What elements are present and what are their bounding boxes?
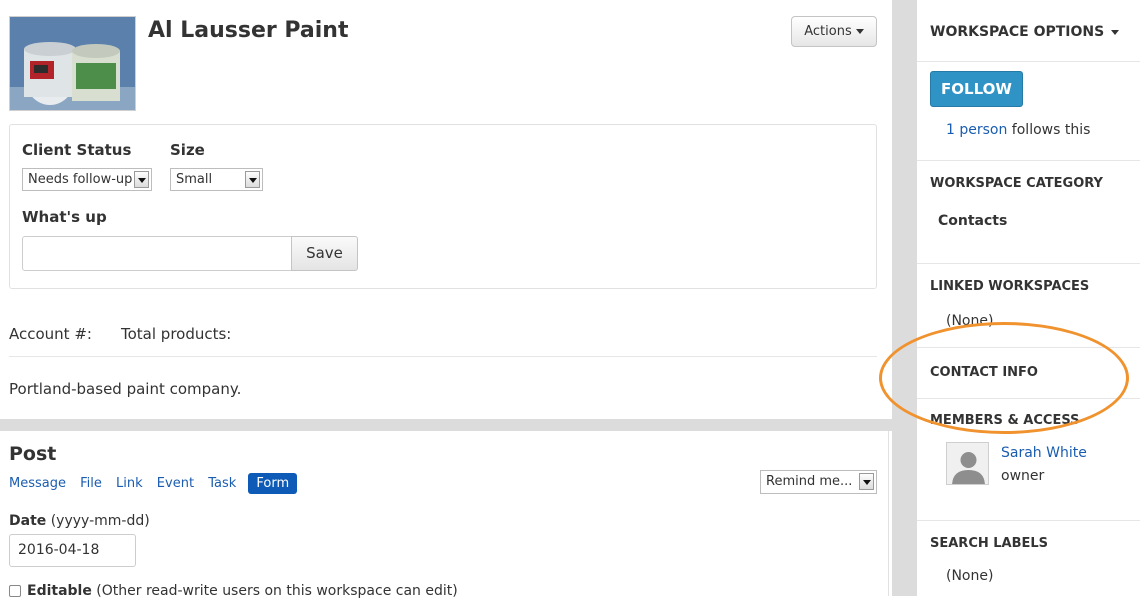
caret-down-icon [1111,29,1120,35]
tab-file[interactable]: File [80,473,102,494]
post-panel: Post Message File Link Event Task Form R… [0,431,889,599]
section-separator [0,419,892,431]
member-role: owner [1001,468,1045,484]
editable-label: Editable [27,583,92,599]
save-button[interactable]: Save [291,236,358,271]
size-label: Size [170,141,205,159]
remind-me-value: Remind me... [766,474,853,489]
size-select[interactable]: Small [170,168,263,191]
status-form-panel: Client Status Size Needs follow-up Small… [9,124,877,289]
divider [917,347,1140,348]
date-format-hint: (yyyy-mm-dd) [50,513,150,529]
actions-label: Actions [804,24,852,39]
post-title: Post [9,443,57,465]
main-content: Al Lausser Paint Actions Client Status S… [0,0,892,599]
linked-workspaces-value: (None) [946,313,994,329]
followers-info: 1 person follows this [946,122,1090,138]
followers-suffix: follows this [1007,122,1091,138]
tab-form[interactable]: Form [248,473,298,494]
editable-option[interactable]: Editable (Other read-write users on this… [9,583,458,599]
follow-button[interactable]: FOLLOW [930,71,1023,107]
member-avatar[interactable] [946,442,989,485]
client-status-label: Client Status [22,141,132,159]
divider [917,160,1140,161]
whats-up-input[interactable] [22,236,292,271]
divider [917,263,1140,264]
tab-message[interactable]: Message [9,473,66,494]
account-number-label: Account #: [9,325,92,343]
member-name-link[interactable]: Sarah White [1001,445,1087,461]
whats-up-label: What's up [22,208,107,226]
editable-note: (Other read-write users on this workspac… [96,583,458,599]
workspace-sidebar: WORKSPACE OPTIONS FOLLOW 1 person follow… [917,0,1140,596]
select-arrow-icon [245,171,260,188]
date-input[interactable]: 2016-04-18 [9,534,136,567]
workspace-category-heading: WORKSPACE CATEGORY [930,176,1103,191]
actions-dropdown-button[interactable]: Actions [791,16,877,47]
contact-info-heading[interactable]: CONTACT INFO [930,365,1038,380]
select-arrow-icon [134,171,149,188]
account-row: Account #: Total products: [9,325,231,343]
divider [917,520,1140,521]
search-labels-value: (None) [946,568,994,584]
tab-task[interactable]: Task [208,473,236,494]
linked-workspaces-heading: LINKED WORKSPACES [930,279,1090,294]
workspace-title: Al Lausser Paint [148,18,349,43]
caret-down-icon [855,29,864,34]
editable-checkbox[interactable] [9,585,21,597]
search-labels-heading: SEARCH LABELS [930,536,1049,551]
date-label: Date (yyyy-mm-dd) [9,513,150,529]
client-status-value: Needs follow-up [28,172,133,187]
select-arrow-icon [859,473,874,490]
workspace-category-value: Contacts [938,213,1008,229]
tab-event[interactable]: Event [157,473,194,494]
workspace-options-menu[interactable]: WORKSPACE OPTIONS [930,24,1120,40]
workspace-description: Portland-based paint company. [9,380,242,398]
members-access-heading: MEMBERS & ACCESS [930,413,1080,428]
divider [9,356,877,357]
workspace-options-label: WORKSPACE OPTIONS [930,24,1105,40]
tab-link[interactable]: Link [116,473,143,494]
followers-link[interactable]: 1 person [946,122,1007,138]
post-type-tabs: Message File Link Event Task Form [9,473,307,494]
client-status-select[interactable]: Needs follow-up [22,168,152,191]
divider [917,398,1140,399]
size-value: Small [176,172,213,187]
workspace-thumbnail-image [9,16,136,111]
remind-me-select[interactable]: Remind me... [760,470,877,494]
sidebar-gutter [892,0,917,596]
date-label-text: Date [9,513,47,529]
total-products-label: Total products: [121,325,232,343]
divider [917,61,1140,62]
